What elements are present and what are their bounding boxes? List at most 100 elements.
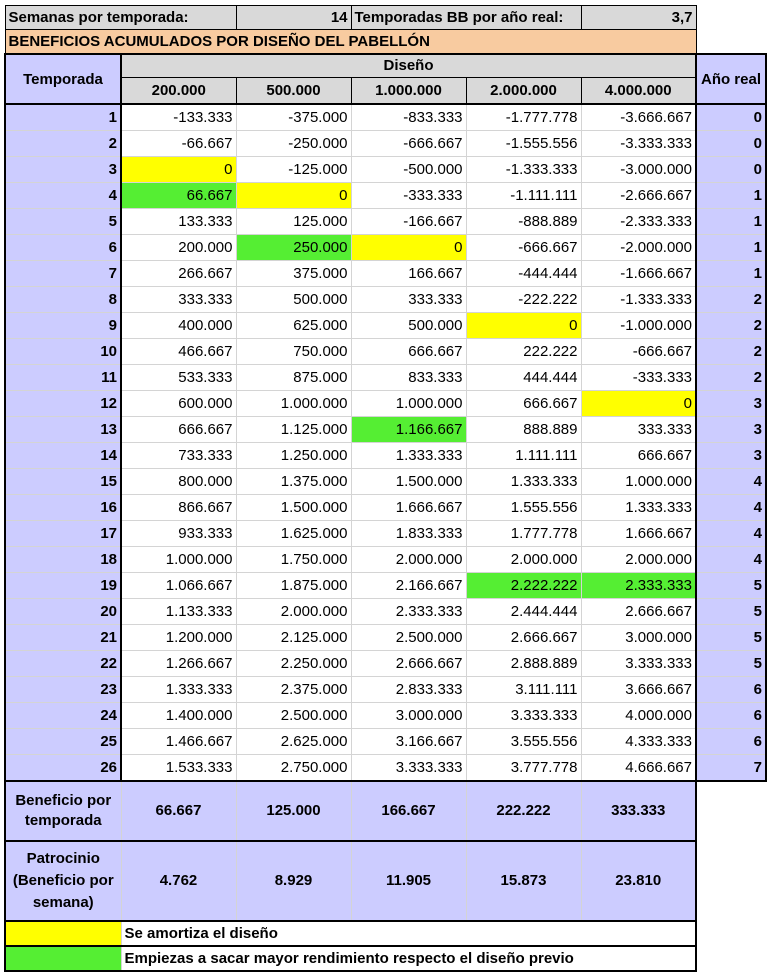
value-cell[interactable]: 2.125.000 (235, 624, 352, 651)
value-cell[interactable]: -2.333.333 (580, 208, 697, 235)
beneficio-row-value[interactable]: 222.222 (465, 780, 582, 842)
value-cell[interactable]: 1.000.000 (235, 390, 352, 417)
value-cell[interactable]: -1.333.333 (465, 156, 582, 183)
value-cell[interactable]: -666.667 (465, 234, 582, 261)
patrocinio-row-label[interactable]: Patrocinio (Beneficio por semana) (4, 840, 122, 922)
value-cell[interactable]: 750.000 (235, 338, 352, 365)
value-cell[interactable]: -133.333 (120, 103, 237, 131)
anio-real-cell[interactable]: 6 (695, 676, 767, 703)
value-cell[interactable]: 2.666.667 (465, 624, 582, 651)
value-cell[interactable]: -833.333 (350, 103, 467, 131)
design-header-5[interactable]: 4.000.000 (580, 77, 697, 106)
value-cell[interactable]: 888.889 (465, 416, 582, 443)
value-cell[interactable]: 66.667 (120, 182, 237, 209)
value-cell[interactable]: -500.000 (350, 156, 467, 183)
design-header-1[interactable]: 200.000 (120, 77, 237, 106)
temporada-cell[interactable]: 5 (4, 208, 122, 235)
value-cell[interactable]: 1.000.000 (580, 468, 697, 495)
temporada-cell[interactable]: 16 (4, 494, 122, 521)
anio-real-cell[interactable]: 2 (695, 338, 767, 365)
value-cell[interactable]: 0 (350, 234, 467, 261)
value-cell[interactable]: -375.000 (235, 103, 352, 131)
value-cell[interactable]: 2.250.000 (235, 650, 352, 677)
beneficio-row-value[interactable]: 333.333 (580, 780, 697, 842)
value-cell[interactable]: 3.333.333 (350, 754, 467, 782)
design-header-4[interactable]: 2.000.000 (465, 77, 582, 106)
value-cell[interactable]: -333.333 (350, 182, 467, 209)
value-cell[interactable]: -1.333.333 (580, 286, 697, 313)
temporada-cell[interactable]: 9 (4, 312, 122, 339)
anio-real-cell[interactable]: 4 (695, 468, 767, 495)
value-cell[interactable]: 133.333 (120, 208, 237, 235)
value-cell[interactable]: 222.222 (465, 338, 582, 365)
value-cell[interactable]: 1.066.667 (120, 572, 237, 599)
value-cell[interactable]: 1.000.000 (350, 390, 467, 417)
value-cell[interactable]: 444.444 (465, 364, 582, 391)
temporada-cell[interactable]: 18 (4, 546, 122, 573)
value-cell[interactable]: 600.000 (120, 390, 237, 417)
value-cell[interactable]: 166.667 (350, 260, 467, 287)
value-cell[interactable]: 1.500.000 (350, 468, 467, 495)
value-cell[interactable]: 2.000.000 (580, 546, 697, 573)
beneficio-row-label[interactable]: Beneficio por temporada (4, 780, 122, 842)
temporada-cell[interactable]: 24 (4, 702, 122, 729)
value-cell[interactable]: 2.500.000 (235, 702, 352, 729)
anio-real-cell[interactable]: 2 (695, 312, 767, 339)
patrocinio-row-value[interactable]: 11.905 (350, 840, 467, 922)
value-cell[interactable]: 1.750.000 (235, 546, 352, 573)
value-cell[interactable]: -1.555.556 (465, 130, 582, 157)
temporada-header[interactable]: Temporada (4, 53, 122, 105)
anio-real-cell[interactable]: 5 (695, 624, 767, 651)
value-cell[interactable]: 833.333 (350, 364, 467, 391)
temporada-cell[interactable]: 19 (4, 572, 122, 599)
value-cell[interactable]: 866.667 (120, 494, 237, 521)
anio-real-cell[interactable]: 6 (695, 702, 767, 729)
diseno-header[interactable]: Diseño (120, 53, 697, 79)
value-cell[interactable]: 1.111.111 (465, 442, 582, 469)
value-cell[interactable]: -2.666.667 (580, 182, 697, 209)
temporada-cell[interactable]: 26 (4, 754, 122, 782)
anio-real-cell[interactable]: 1 (695, 234, 767, 261)
value-cell[interactable]: 266.667 (120, 260, 237, 287)
anio-real-cell[interactable]: 7 (695, 754, 767, 782)
value-cell[interactable]: 1.375.000 (235, 468, 352, 495)
value-cell[interactable]: 3.166.667 (350, 728, 467, 755)
value-cell[interactable]: 4.666.667 (580, 754, 697, 782)
patrocinio-row-value[interactable]: 4.762 (120, 840, 237, 922)
value-cell[interactable]: 2.166.667 (350, 572, 467, 599)
value-cell[interactable]: 3.777.778 (465, 754, 582, 782)
value-cell[interactable]: 1.875.000 (235, 572, 352, 599)
temporada-cell[interactable]: 23 (4, 676, 122, 703)
value-cell[interactable]: 2.625.000 (235, 728, 352, 755)
semanas-value[interactable]: 14 (235, 5, 352, 30)
value-cell[interactable]: 533.333 (120, 364, 237, 391)
beneficio-row-value[interactable]: 166.667 (350, 780, 467, 842)
value-cell[interactable]: 3.111.111 (465, 676, 582, 703)
anio-real-cell[interactable]: 5 (695, 598, 767, 625)
anio-real-cell[interactable]: 0 (695, 130, 767, 157)
value-cell[interactable]: -444.444 (465, 260, 582, 287)
value-cell[interactable]: 2.666.667 (350, 650, 467, 677)
value-cell[interactable]: 466.667 (120, 338, 237, 365)
value-cell[interactable]: -222.222 (465, 286, 582, 313)
temporada-cell[interactable]: 6 (4, 234, 122, 261)
value-cell[interactable]: 375.000 (235, 260, 352, 287)
value-cell[interactable]: -166.667 (350, 208, 467, 235)
temporada-cell[interactable]: 11 (4, 364, 122, 391)
value-cell[interactable]: 2.000.000 (235, 598, 352, 625)
value-cell[interactable]: -1.666.667 (580, 260, 697, 287)
value-cell[interactable]: 2.666.667 (580, 598, 697, 625)
value-cell[interactable]: 2.444.444 (465, 598, 582, 625)
value-cell[interactable]: -250.000 (235, 130, 352, 157)
value-cell[interactable]: 1.200.000 (120, 624, 237, 651)
value-cell[interactable]: 0 (580, 390, 697, 417)
anio-real-cell[interactable]: 3 (695, 390, 767, 417)
value-cell[interactable]: -3.333.333 (580, 130, 697, 157)
anio-real-cell[interactable]: 2 (695, 286, 767, 313)
value-cell[interactable]: 1.125.000 (235, 416, 352, 443)
anio-real-cell[interactable]: 2 (695, 364, 767, 391)
value-cell[interactable]: 733.333 (120, 442, 237, 469)
value-cell[interactable]: 666.667 (120, 416, 237, 443)
value-cell[interactable]: 3.666.667 (580, 676, 697, 703)
patrocinio-row-value[interactable]: 23.810 (580, 840, 697, 922)
